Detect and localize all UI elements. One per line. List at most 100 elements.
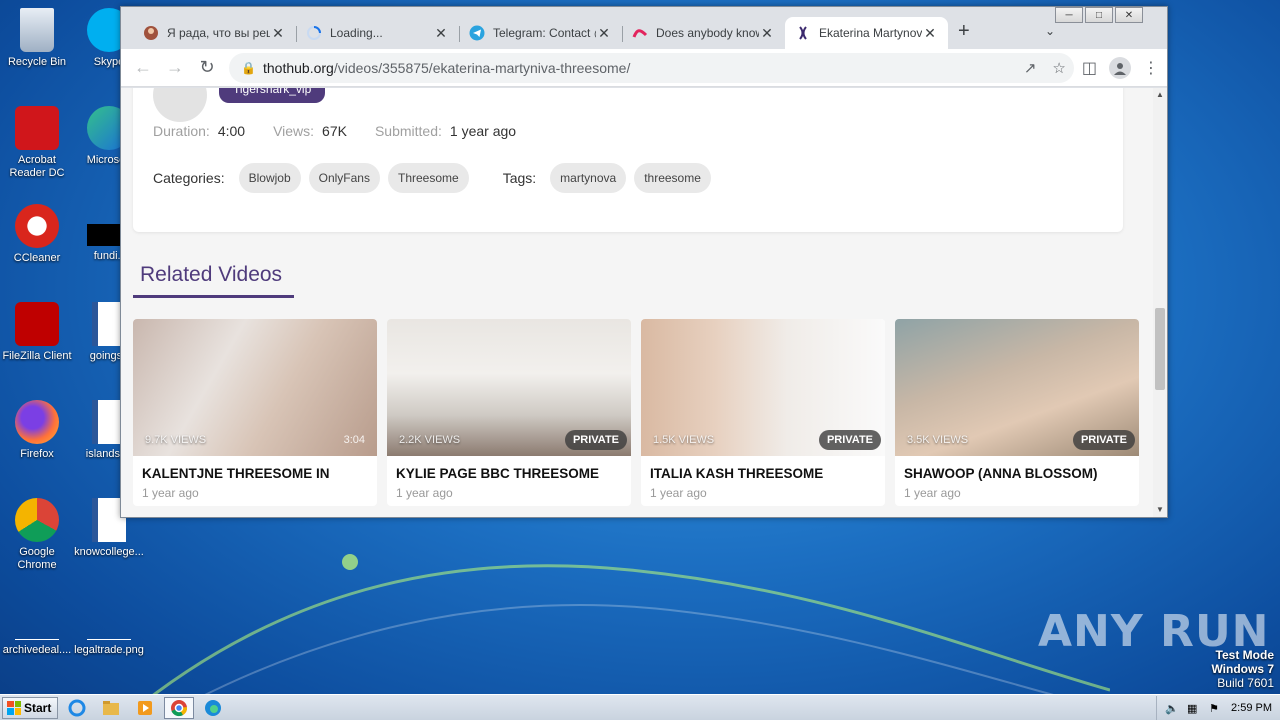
video-thumbnail[interactable]: 2.2K VIEWS PRIVATE: [387, 319, 631, 456]
desktop-icon-acrobat[interactable]: Acrobat Reader DC: [0, 106, 74, 180]
image-file-icon: [87, 596, 131, 640]
desktop-icon-legaltrade[interactable]: legaltrade.png: [72, 596, 146, 657]
telegram-icon: [469, 25, 485, 41]
desktop-icon-firefox[interactable]: Firefox: [0, 400, 74, 461]
private-badge: PRIVATE: [818, 430, 881, 450]
video-date: 1 year ago: [904, 486, 961, 500]
browser-toolbar: ← → ↻ 🔒 thothub.org/videos/355875/ekater…: [121, 49, 1167, 87]
window-controls: ─ □ ✕: [1055, 7, 1143, 23]
wallpaper-swoosh: [119, 554, 1110, 720]
avatar-icon: [143, 25, 159, 41]
start-button[interactable]: Start: [2, 696, 59, 719]
scroll-down-arrow-icon[interactable]: ▼: [1153, 503, 1167, 517]
video-title[interactable]: KYLIE PAGE BBC THREESOME: [396, 466, 599, 481]
category-chip[interactable]: Blowjob: [238, 163, 301, 193]
tab-search-chevron-icon[interactable]: ⌄: [1045, 24, 1055, 38]
uploader-button[interactable]: Tigershark_vip: [219, 88, 326, 103]
chrome-window: ─ □ ✕ Я рада, что вы реш ✕ Loading... ✕ …: [120, 6, 1168, 518]
video-title[interactable]: KALENTJNE THREESOME IN: [142, 466, 330, 481]
video-date: 1 year ago: [142, 486, 199, 500]
video-date: 1 year ago: [650, 486, 707, 500]
page-scrollbar[interactable]: ▲ ▼: [1153, 88, 1167, 517]
volume-icon[interactable]: 🔈: [1165, 702, 1179, 715]
tab-strip: Я рада, что вы реш ✕ Loading... ✕ Telegr…: [133, 17, 970, 49]
filezilla-icon: [15, 302, 59, 346]
related-video-card[interactable]: 9.7K VIEWS 3:04 KALENTJNE THREESOME IN 1…: [133, 319, 377, 506]
action-center-flag-icon[interactable]: ⚑: [1209, 702, 1223, 715]
tab-4[interactable]: Does anybody know ✕: [622, 17, 785, 49]
site-favicon-icon: [632, 25, 648, 41]
video-title[interactable]: ITALIA KASH THREESOME: [650, 466, 823, 481]
close-window-button[interactable]: ✕: [1115, 7, 1143, 23]
close-tab-icon[interactable]: ✕: [596, 25, 612, 42]
video-date: 1 year ago: [396, 486, 453, 500]
side-panel-icon[interactable]: ◫: [1082, 58, 1097, 78]
private-badge: PRIVATE: [564, 430, 627, 450]
close-tab-icon[interactable]: ✕: [270, 25, 286, 42]
related-videos-grid: 9.7K VIEWS 3:04 KALENTJNE THREESOME IN 1…: [133, 319, 1139, 506]
address-bar[interactable]: 🔒 thothub.org/videos/355875/ekaterina-ma…: [229, 52, 1074, 83]
close-tab-icon[interactable]: ✕: [433, 25, 449, 42]
back-button[interactable]: ←: [129, 54, 157, 82]
tag-chip[interactable]: martynova: [550, 163, 627, 193]
windows-logo-icon: [7, 700, 21, 715]
taskbar-edge-icon[interactable]: [198, 697, 228, 719]
desktop-icon-chrome[interactable]: Google Chrome: [0, 498, 74, 572]
desktop-icon-archivedeal[interactable]: archivedeal....: [0, 596, 74, 657]
minimize-button[interactable]: ─: [1055, 7, 1083, 23]
taskbar-media-player-icon[interactable]: [130, 697, 160, 719]
new-tab-button[interactable]: +: [958, 20, 970, 43]
firefox-icon: [15, 400, 59, 444]
profile-avatar-icon[interactable]: [1109, 56, 1131, 79]
system-tray: 🔈 ▦ ⚑ 2:59 PM: [1156, 695, 1280, 720]
categories-and-tags: Categories: Blowjob OnlyFans Threesome T…: [153, 163, 711, 193]
site-favicon-icon: [795, 25, 811, 41]
tab-1[interactable]: Я рада, что вы реш ✕: [133, 17, 296, 49]
tab-5-active[interactable]: Ekaterina Martynova ✕: [785, 17, 948, 49]
taskbar-explorer-icon[interactable]: [96, 697, 126, 719]
tab-3[interactable]: Telegram: Contact @ ✕: [459, 17, 622, 49]
related-video-card[interactable]: 3.5K VIEWS PRIVATE SHAWOOP (ANNA BLOSSOM…: [895, 319, 1139, 506]
taskbar-ie-icon[interactable]: [62, 697, 92, 719]
close-tab-icon[interactable]: ✕: [922, 25, 938, 42]
video-thumbnail[interactable]: 3.5K VIEWS PRIVATE: [895, 319, 1139, 456]
private-badge: PRIVATE: [1072, 430, 1135, 450]
bookmark-star-icon[interactable]: ☆: [1052, 59, 1065, 77]
category-chip[interactable]: Threesome: [387, 163, 469, 193]
chrome-icon: [15, 498, 59, 542]
scroll-up-arrow-icon[interactable]: ▲: [1153, 88, 1167, 102]
spinner-icon: [306, 25, 322, 41]
desktop-icon-filezilla[interactable]: FileZilla Client: [0, 302, 74, 363]
reload-button[interactable]: ↻: [193, 54, 221, 82]
forward-button[interactable]: →: [161, 54, 189, 82]
maximize-button[interactable]: □: [1085, 7, 1113, 23]
related-videos-heading: Related Videos: [140, 263, 283, 286]
video-info-card: Tigershark_vip Duration: 4:00 Views: 67K S…: [133, 88, 1123, 232]
tag-chip[interactable]: threesome: [634, 163, 711, 193]
video-title[interactable]: SHAWOOP (ANNA BLOSSOM): [904, 466, 1098, 481]
video-thumbnail[interactable]: 1.5K VIEWS PRIVATE: [641, 319, 885, 456]
tab-2[interactable]: Loading... ✕: [296, 17, 459, 49]
network-icon[interactable]: ▦: [1187, 702, 1201, 715]
page-viewport: Tigershark_vip Duration: 4:00 Views: 67K S…: [121, 88, 1167, 517]
related-video-card[interactable]: 1.5K VIEWS PRIVATE ITALIA KASH THREESOME…: [641, 319, 885, 506]
test-mode-notice: Test Mode Windows 7 Build 7601: [1211, 648, 1274, 690]
recycle-bin-icon: [20, 8, 54, 52]
video-thumbnail[interactable]: 9.7K VIEWS 3:04: [133, 319, 377, 456]
video-duration: 4:00: [217, 123, 246, 139]
uploader-avatar[interactable]: [153, 88, 207, 122]
category-chip[interactable]: OnlyFans: [308, 163, 380, 193]
desktop-icon-recycle-bin[interactable]: Recycle Bin: [0, 8, 74, 69]
close-tab-icon[interactable]: ✕: [759, 25, 775, 42]
related-video-card[interactable]: 2.2K VIEWS PRIVATE KYLIE PAGE BBC THREES…: [387, 319, 631, 506]
acrobat-icon: [15, 106, 59, 150]
file-icon: [15, 596, 59, 640]
video-views: 67K: [322, 123, 347, 139]
ccleaner-icon: [15, 204, 59, 248]
taskbar-chrome-icon[interactable]: [164, 696, 195, 719]
scrollbar-thumb[interactable]: [1155, 308, 1165, 390]
kebab-menu-icon[interactable]: ⋮: [1143, 58, 1159, 78]
desktop-icon-ccleaner[interactable]: CCleaner: [0, 204, 74, 265]
share-icon[interactable]: ↗: [1024, 59, 1037, 77]
clock[interactable]: 2:59 PM: [1231, 702, 1272, 714]
